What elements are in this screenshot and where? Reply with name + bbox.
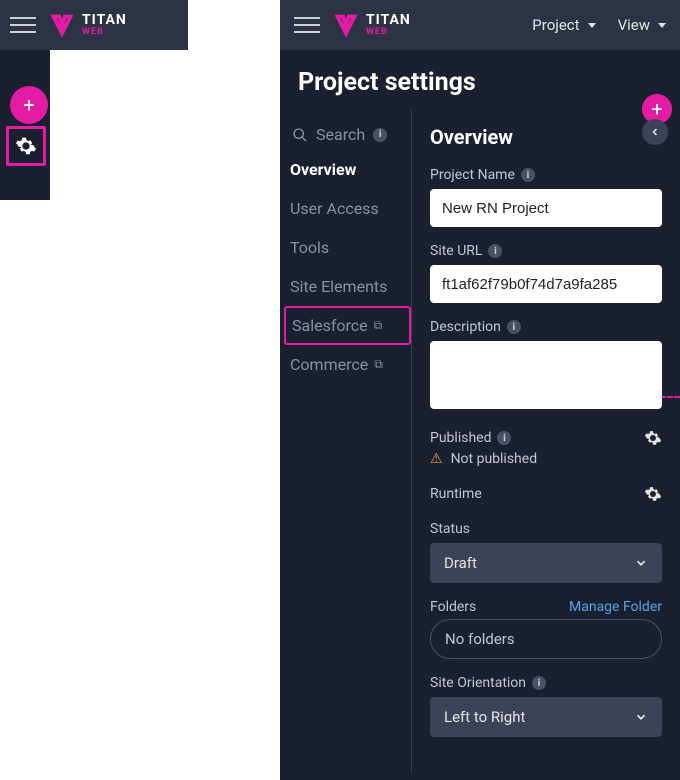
project-dropdown-label: Project bbox=[532, 16, 579, 34]
folders-display[interactable]: No folders bbox=[430, 619, 662, 659]
nav-item-tools[interactable]: Tools bbox=[286, 228, 411, 267]
hamburger-icon[interactable] bbox=[294, 12, 320, 38]
description-input[interactable] bbox=[430, 341, 662, 409]
info-icon[interactable]: i bbox=[532, 676, 546, 690]
warning-icon: ⚠ bbox=[430, 451, 443, 467]
left-sidebar bbox=[0, 50, 50, 200]
project-name-label: Project Name bbox=[430, 167, 515, 183]
status-value: Draft bbox=[444, 554, 477, 572]
brand-title: TITAN bbox=[82, 13, 127, 27]
add-button[interactable]: + bbox=[14, 90, 44, 120]
brand-logo[interactable]: TITAN WEB bbox=[332, 11, 411, 39]
nav-item-label: Overview bbox=[290, 160, 356, 179]
folders-label: Folders bbox=[430, 599, 476, 615]
view-dropdown-label: View bbox=[618, 16, 650, 34]
nav-item-label: User Access bbox=[290, 199, 379, 218]
orientation-select[interactable]: Left to Right bbox=[430, 697, 662, 737]
logo-icon bbox=[48, 11, 76, 39]
nav-item-label: Site Elements bbox=[290, 277, 387, 296]
published-status: Not published bbox=[451, 451, 538, 467]
orientation-label: Site Orientation bbox=[430, 675, 526, 691]
nav-search[interactable]: Search i bbox=[286, 119, 411, 150]
nav-item-commerce[interactable]: Commerce ⧉ bbox=[286, 345, 411, 384]
nav-item-label: Salesforce bbox=[292, 316, 368, 335]
gear-icon bbox=[15, 135, 37, 157]
nav-item-label: Commerce bbox=[290, 355, 368, 374]
section-heading: Overview bbox=[430, 125, 662, 149]
status-select[interactable]: Draft bbox=[430, 543, 662, 583]
settings-button[interactable] bbox=[6, 126, 46, 166]
collapse-button[interactable] bbox=[642, 119, 668, 145]
page-title: Project settings bbox=[280, 50, 680, 109]
nav-item-overview[interactable]: Overview bbox=[286, 150, 411, 189]
settings-nav: Search i Overview User Access Tools Site… bbox=[280, 109, 412, 773]
logo-icon bbox=[332, 11, 360, 39]
search-icon bbox=[292, 127, 308, 143]
right-header: TITAN WEB Project View bbox=[280, 0, 680, 50]
runtime-settings-button[interactable] bbox=[644, 485, 662, 503]
description-label: Description bbox=[430, 319, 501, 335]
external-link-icon: ⧉ bbox=[374, 318, 383, 333]
brand-title: TITAN bbox=[366, 13, 411, 27]
site-url-input[interactable] bbox=[430, 265, 662, 303]
nav-item-site-elements[interactable]: Site Elements bbox=[286, 267, 411, 306]
published-settings-button[interactable] bbox=[644, 429, 662, 447]
folders-value: No folders bbox=[445, 630, 515, 648]
gear-icon bbox=[644, 429, 662, 447]
brand-subtitle: WEB bbox=[366, 27, 411, 37]
info-icon[interactable]: i bbox=[521, 168, 535, 182]
project-name-input[interactable] bbox=[430, 189, 662, 227]
gear-icon bbox=[644, 485, 662, 503]
site-url-label: Site URL bbox=[430, 243, 482, 259]
status-label: Status bbox=[430, 521, 470, 537]
manage-folder-link[interactable]: Manage Folder bbox=[569, 599, 662, 615]
chevron-down-icon bbox=[634, 556, 648, 570]
left-header: TITAN WEB bbox=[0, 0, 188, 50]
info-icon[interactable]: i bbox=[497, 431, 511, 445]
nav-item-label: Tools bbox=[290, 238, 329, 257]
chevron-down-icon bbox=[634, 710, 648, 724]
settings-content: Overview Project Name i Site URL i Descrip… bbox=[412, 109, 680, 773]
orientation-value: Left to Right bbox=[444, 708, 525, 726]
published-label: Published bbox=[430, 430, 491, 446]
external-link-icon: ⧉ bbox=[374, 357, 383, 372]
project-dropdown[interactable]: Project bbox=[532, 16, 595, 34]
info-icon[interactable]: i bbox=[373, 128, 387, 142]
chevron-left-icon bbox=[649, 126, 661, 138]
settings-panel: TITAN WEB Project View Project settings … bbox=[280, 0, 680, 780]
hamburger-icon[interactable] bbox=[10, 12, 36, 38]
info-icon[interactable]: i bbox=[507, 320, 521, 334]
nav-search-label: Search bbox=[316, 125, 365, 144]
runtime-label: Runtime bbox=[430, 486, 482, 502]
nav-item-user-access[interactable]: User Access bbox=[286, 189, 411, 228]
view-dropdown[interactable]: View bbox=[618, 16, 666, 34]
nav-item-salesforce[interactable]: Salesforce ⧉ bbox=[284, 306, 411, 345]
info-icon[interactable]: i bbox=[488, 244, 502, 258]
brand-subtitle: WEB bbox=[82, 27, 127, 37]
brand-logo[interactable]: TITAN WEB bbox=[48, 11, 127, 39]
